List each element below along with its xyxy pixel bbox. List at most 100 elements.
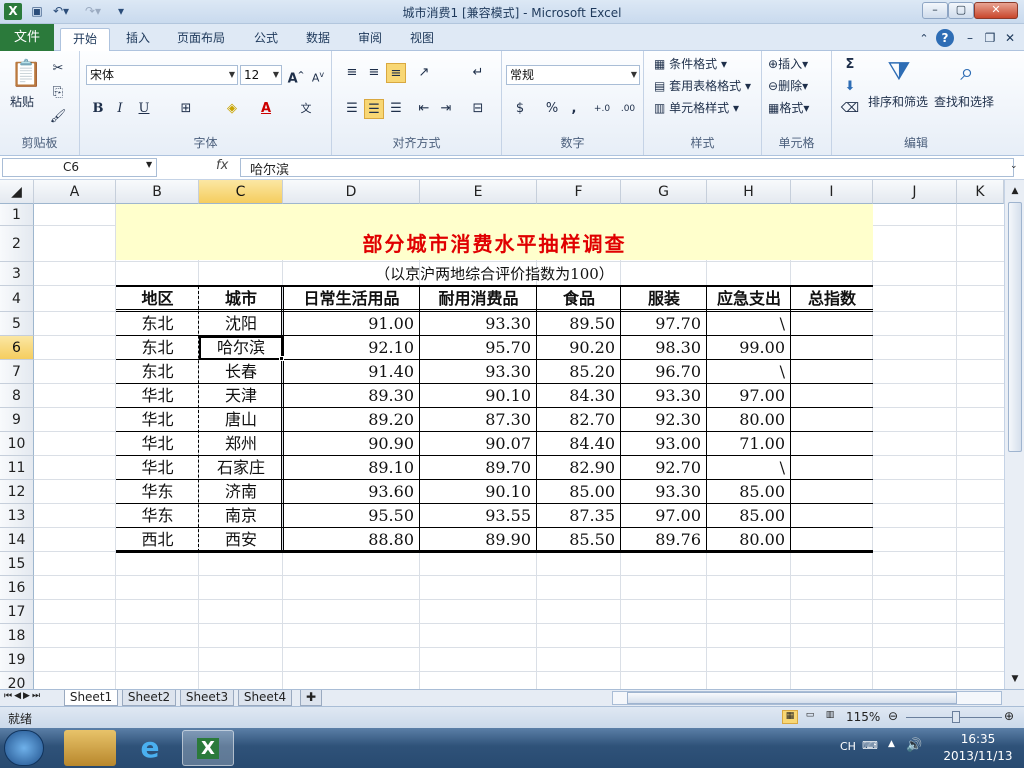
copy-icon[interactable]: ⎘ [48,83,68,103]
table-cell[interactable]: 85.00 [707,504,791,528]
sheet-nav-icon[interactable]: ⏮◀▶⏭ [4,691,42,701]
table-cell[interactable]: 华东 [116,504,199,528]
column-header-k[interactable]: K [957,180,1004,204]
table-cell[interactable]: 89.30 [283,384,420,408]
start-button[interactable] [4,730,44,766]
format-cells-button[interactable]: ▦格式▾ [768,99,809,117]
paste-button[interactable]: 粘贴 [10,93,34,111]
fill-color-icon[interactable]: ◈ [222,99,242,119]
table-cell[interactable]: 97.00 [707,384,791,408]
table-cell[interactable]: 89.10 [283,456,420,480]
row-header-3[interactable]: 3 [0,262,34,286]
increase-indent-icon[interactable]: ⇥ [436,99,456,119]
italic-button[interactable]: I [110,99,130,119]
table-cell[interactable]: 96.70 [621,360,707,384]
keyboard-icon[interactable]: ⌨ [862,739,878,752]
name-box[interactable]: C6 [2,158,157,177]
tab-formulas[interactable]: 公式 [244,28,288,51]
column-header-a[interactable]: A [34,180,116,204]
row-header-2[interactable]: 2 [0,226,34,262]
table-cell[interactable]: 华北 [116,432,199,456]
row-header-17[interactable]: 17 [0,600,34,624]
table-cell[interactable]: 天津 [199,384,283,408]
align-middle-icon[interactable]: ≡ [364,63,384,83]
clock-date[interactable]: 2013/11/13 [936,749,1020,763]
language-indicator[interactable]: CH [840,740,856,753]
table-cell[interactable]: 89.76 [621,528,707,552]
column-header-h[interactable]: H [707,180,791,204]
column-header-c[interactable]: C [199,180,283,204]
table-cell[interactable]: 华北 [116,456,199,480]
table-cell[interactable]: 80.00 [707,408,791,432]
table-cell[interactable]: 95.70 [420,336,537,360]
table-cell[interactable]: 92.30 [621,408,707,432]
excel-taskbar-icon[interactable]: X [182,730,234,766]
table-cell[interactable]: 91.40 [283,360,420,384]
row-header-11[interactable]: 11 [0,456,34,480]
table-cell[interactable]: 87.35 [537,504,621,528]
bold-button[interactable]: B [88,99,108,119]
row-header-5[interactable]: 5 [0,312,34,336]
table-cell[interactable]: 89.70 [420,456,537,480]
explorer-icon[interactable] [64,730,116,766]
borders-icon[interactable]: ⊞ [176,99,196,119]
table-cell[interactable]: 80.00 [707,528,791,552]
zoom-in-icon[interactable]: ⊕ [1004,709,1014,723]
table-cell[interactable]: 93.55 [420,504,537,528]
table-cell[interactable]: 90.10 [420,480,537,504]
table-cell[interactable]: 西北 [116,528,199,552]
workbook-close-icon[interactable]: ✕ [1002,28,1018,51]
table-cell[interactable]: 济南 [199,480,283,504]
zoom-level[interactable]: 115% [846,710,880,724]
table-cell[interactable]: 郑州 [199,432,283,456]
sheet-tab-2[interactable]: Sheet2 [122,690,176,706]
table-cell[interactable]: 89.20 [283,408,420,432]
insert-function-button[interactable]: fx [216,158,228,173]
workbook-minimize-icon[interactable]: – [962,28,978,51]
row-header-15[interactable]: 15 [0,552,34,576]
column-header-b[interactable]: B [116,180,199,204]
table-cell[interactable]: 石家庄 [199,456,283,480]
sheet-tab-4[interactable]: Sheet4 [238,690,292,706]
minimize-ribbon-icon[interactable]: ⌃ [916,28,932,51]
font-color-icon[interactable]: A [256,99,276,119]
table-cell[interactable]: 91.00 [283,312,420,336]
table-cell[interactable] [791,408,873,432]
table-cell[interactable]: 华北 [116,408,199,432]
tab-home[interactable]: 开始 [60,28,110,51]
table-cell[interactable]: 87.30 [420,408,537,432]
table-cell[interactable]: 85.00 [537,480,621,504]
table-cell[interactable]: 唐山 [199,408,283,432]
zoom-out-icon[interactable]: ⊖ [888,709,898,723]
sort-filter-button[interactable]: 排序和筛选 [868,93,928,111]
cut-icon[interactable]: ✂ [48,59,68,79]
table-cell[interactable] [791,504,873,528]
table-cell[interactable]: 东北 [116,336,199,360]
table-cell[interactable]: \ [707,456,791,480]
table-cell[interactable]: 西安 [199,528,283,552]
align-bottom-icon[interactable]: ≡ [386,63,406,83]
table-cell[interactable]: 85.20 [537,360,621,384]
currency-icon[interactable]: $ [510,99,530,119]
table-cell[interactable]: \ [707,360,791,384]
table-cell[interactable]: 85.00 [707,480,791,504]
tab-review[interactable]: 审阅 [348,28,392,51]
row-header-18[interactable]: 18 [0,624,34,648]
table-cell[interactable]: 东北 [116,312,199,336]
row-header-4[interactable]: 4 [0,286,34,312]
table-cell[interactable]: 97.00 [621,504,707,528]
table-cell[interactable] [791,528,873,552]
clear-icon[interactable]: ⌫ [840,99,860,119]
table-cell[interactable] [791,336,873,360]
table-cell[interactable]: 90.90 [283,432,420,456]
scroll-up-icon[interactable]: ▲ [1008,186,1022,198]
table-cell[interactable]: \ [707,312,791,336]
align-center-icon[interactable]: ☰ [364,99,384,119]
maximize-button[interactable]: ▢ [948,2,974,19]
spreadsheet-grid[interactable]: ◢ ABCDEFGHIJK 1 2 3 4 5 6 7 8 9 10 11 12 13 14 15 16 17 1… [0,180,1004,689]
fill-icon[interactable]: ⬇ [840,77,860,97]
column-header-e[interactable]: E [420,180,537,204]
page-break-view-icon[interactable]: ▥ [822,710,838,724]
table-cell[interactable]: 93.60 [283,480,420,504]
comma-button[interactable]: , [564,99,584,119]
